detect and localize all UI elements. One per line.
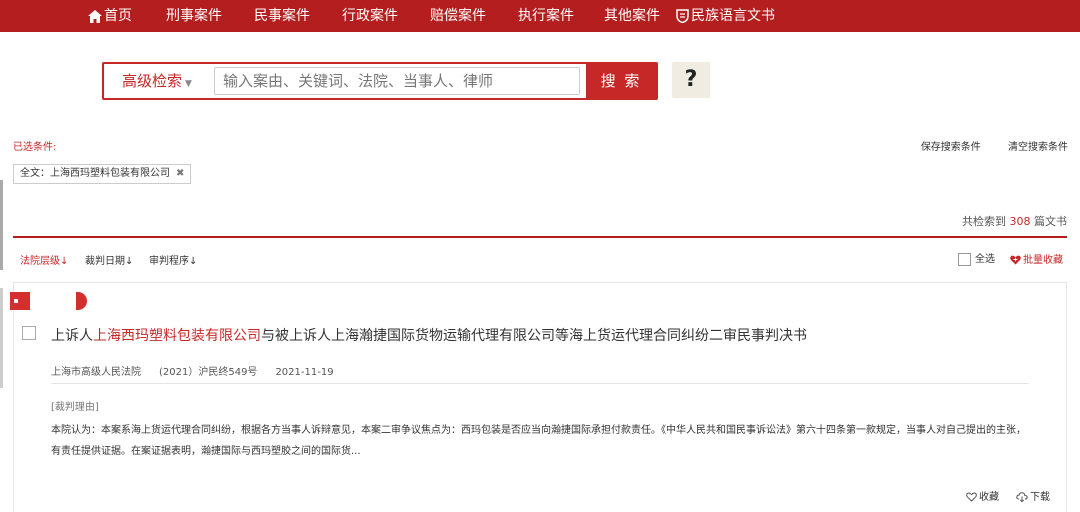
condition-chip: 全文：上海西玛塑料包装有限公司 ✖ — [13, 164, 192, 184]
select-all-label: 全选 — [975, 254, 995, 265]
case-title-suffix: 与被上诉人上海瀚捷国际货物运输代理有限公司等海上货运代理合同纠纷二审民事判决书 — [261, 328, 807, 344]
left-scroll-strip-lower — [0, 288, 3, 388]
sort-court-level[interactable]: 法院层级↓ — [20, 252, 68, 267]
result-count: 共检索到 308 篇文书 — [962, 213, 1067, 229]
result-card — [13, 282, 1067, 512]
case-title-link[interactable]: 上诉人上海西玛塑料包装有限公司与被上诉人上海瀚捷国际货物运输代理有限公司等海上货… — [51, 325, 807, 345]
select-all-checkbox[interactable] — [958, 252, 971, 266]
case-title-highlight: 上海西玛塑料包装有限公司 — [93, 328, 261, 344]
case-court: 上海市高级人民法院 — [51, 367, 141, 378]
selected-conditions-label: 已选条件: — [13, 142, 57, 153]
case-checkbox[interactable] — [22, 326, 36, 340]
top-nav: 首页 刑事案件 民事案件 行政案件 赔偿案件 执行案件 其他案件 民族语言文书 — [0, 0, 1080, 32]
sort-procedure[interactable]: 审判程序↓ — [149, 252, 197, 267]
nav-home-label: 首页 — [104, 8, 132, 24]
caret-down-icon: ▼ — [185, 79, 192, 89]
advanced-search-dropdown[interactable]: 高级检索 ▼ — [104, 64, 192, 98]
case-meta: 上海市高级人民法院 (2021）沪民终549号 2021-11-19 — [51, 363, 352, 378]
reason-label: [裁判理由] — [51, 402, 99, 413]
clear-conditions-link[interactable]: 清空搜索条件 — [1008, 142, 1068, 153]
nav-compensation[interactable]: 赔偿案件 — [430, 0, 486, 32]
close-icon[interactable]: ✖ — [176, 168, 184, 179]
download-label: 下载 — [1030, 492, 1050, 503]
result-count-prefix: 共检索到 — [962, 215, 1010, 228]
nav-civil[interactable]: 民事案件 — [254, 0, 310, 32]
card-divider — [51, 383, 1029, 384]
case-date: 2021-11-19 — [275, 367, 334, 378]
search-button[interactable]: 搜 索 — [586, 64, 656, 98]
help-button[interactable]: ? — [672, 62, 710, 98]
home-icon — [88, 9, 102, 23]
heart-outline-icon — [966, 492, 977, 502]
condition-actions: 保存搜索条件 清空搜索条件 — [897, 138, 1068, 153]
result-count-suffix: 篇文书 — [1030, 215, 1067, 228]
sort-date[interactable]: 裁判日期↓ — [85, 252, 133, 267]
case-number: (2021）沪民终549号 — [159, 367, 258, 378]
batch-favorite-button[interactable]: 批量收藏 — [1010, 251, 1063, 266]
reason-text: 本院认为：本案系海上货运代理合同纠纷，根据各方当事人诉辩意见，本案二审争议焦点为… — [51, 425, 1026, 457]
advanced-search-label: 高级检索 — [122, 72, 183, 90]
search-bar: 高级检索▼ 搜 索 — [102, 62, 658, 100]
nav-ethnic[interactable]: 民族语言文书 — [676, 0, 775, 32]
favorite-button[interactable]: 收藏 — [966, 488, 999, 503]
download-button[interactable]: 下载 — [1016, 488, 1050, 503]
save-conditions-link[interactable]: 保存搜索条件 — [921, 142, 981, 153]
search-input[interactable] — [214, 67, 580, 95]
select-all[interactable]: 全选 — [958, 250, 995, 266]
nav-home[interactable]: 首页 — [88, 0, 132, 32]
flag-icon — [10, 292, 30, 310]
left-scroll-strip — [0, 180, 3, 270]
nav-other[interactable]: 其他案件 — [604, 0, 660, 32]
heart-icon — [1010, 255, 1021, 265]
condition-chip-label: 全文：上海西玛塑料包装有限公司 — [20, 168, 170, 179]
shield-icon — [676, 9, 689, 23]
nav-administrative[interactable]: 行政案件 — [342, 0, 398, 32]
batch-favorite-label: 批量收藏 — [1023, 255, 1063, 266]
favorite-label: 收藏 — [979, 492, 999, 503]
divider — [13, 236, 1067, 238]
nav-ethnic-label: 民族语言文书 — [691, 8, 775, 24]
result-count-number: 308 — [1009, 215, 1031, 228]
cloud-download-icon — [1016, 492, 1028, 502]
nav-criminal[interactable]: 刑事案件 — [166, 0, 222, 32]
nav-enforcement[interactable]: 执行案件 — [518, 0, 574, 32]
case-title-prefix: 上诉人 — [51, 328, 93, 344]
